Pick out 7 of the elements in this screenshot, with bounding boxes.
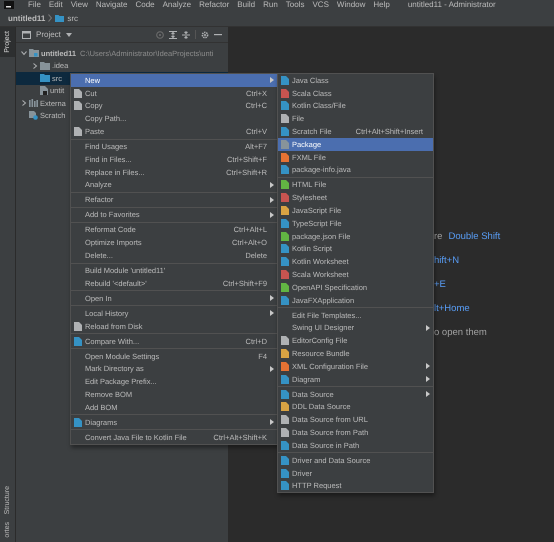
shortcut-text: hift+N [434, 255, 460, 268]
hint-text: re [434, 231, 442, 244]
shortcut-text: lt+Home [434, 303, 470, 316]
shortcut-text: Double Shift [448, 231, 500, 244]
window-title: untitled11 - Administrator [408, 0, 496, 10]
shortcut-text: +E [434, 279, 446, 292]
hint-text: o open them [434, 327, 487, 340]
